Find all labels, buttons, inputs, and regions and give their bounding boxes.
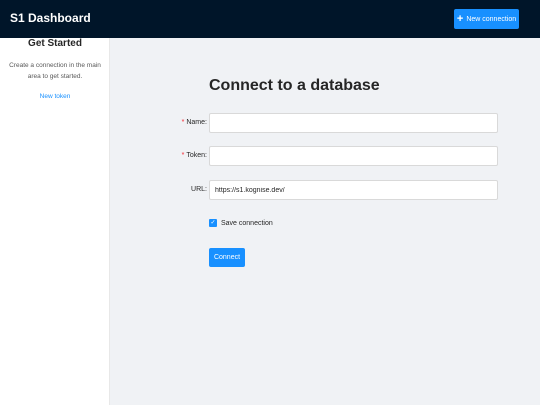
token-field-label: * Token: — [181, 152, 207, 159]
save-connection-row[interactable]: ✓ Save connection — [209, 219, 273, 227]
url-input[interactable] — [209, 180, 498, 200]
new-connection-label: New connection — [466, 15, 517, 23]
save-connection-label: Save connection — [221, 219, 273, 227]
name-input[interactable] — [209, 113, 498, 133]
required-marker: * — [181, 152, 185, 159]
name-field-label: * Name: — [181, 119, 207, 126]
token-input[interactable] — [209, 146, 498, 166]
new-token-link[interactable]: New token — [0, 93, 110, 100]
new-connection-button[interactable]: + New connection — [454, 9, 519, 29]
page-title: Connect to a database — [209, 77, 380, 94]
save-connection-checkbox[interactable]: ✓ — [209, 219, 217, 227]
url-field-label: URL: — [191, 186, 207, 193]
sidebar-description: Create a connection in the main area to … — [9, 62, 101, 80]
plus-icon: + — [456, 12, 464, 25]
top-bar: S1 Dashboard + New connection — [0, 0, 540, 38]
app-title: S1 Dashboard — [10, 11, 91, 25]
required-marker: * — [181, 119, 185, 126]
sidebar-title: Get Started — [28, 38, 82, 49]
connect-button[interactable]: Connect — [209, 248, 245, 267]
